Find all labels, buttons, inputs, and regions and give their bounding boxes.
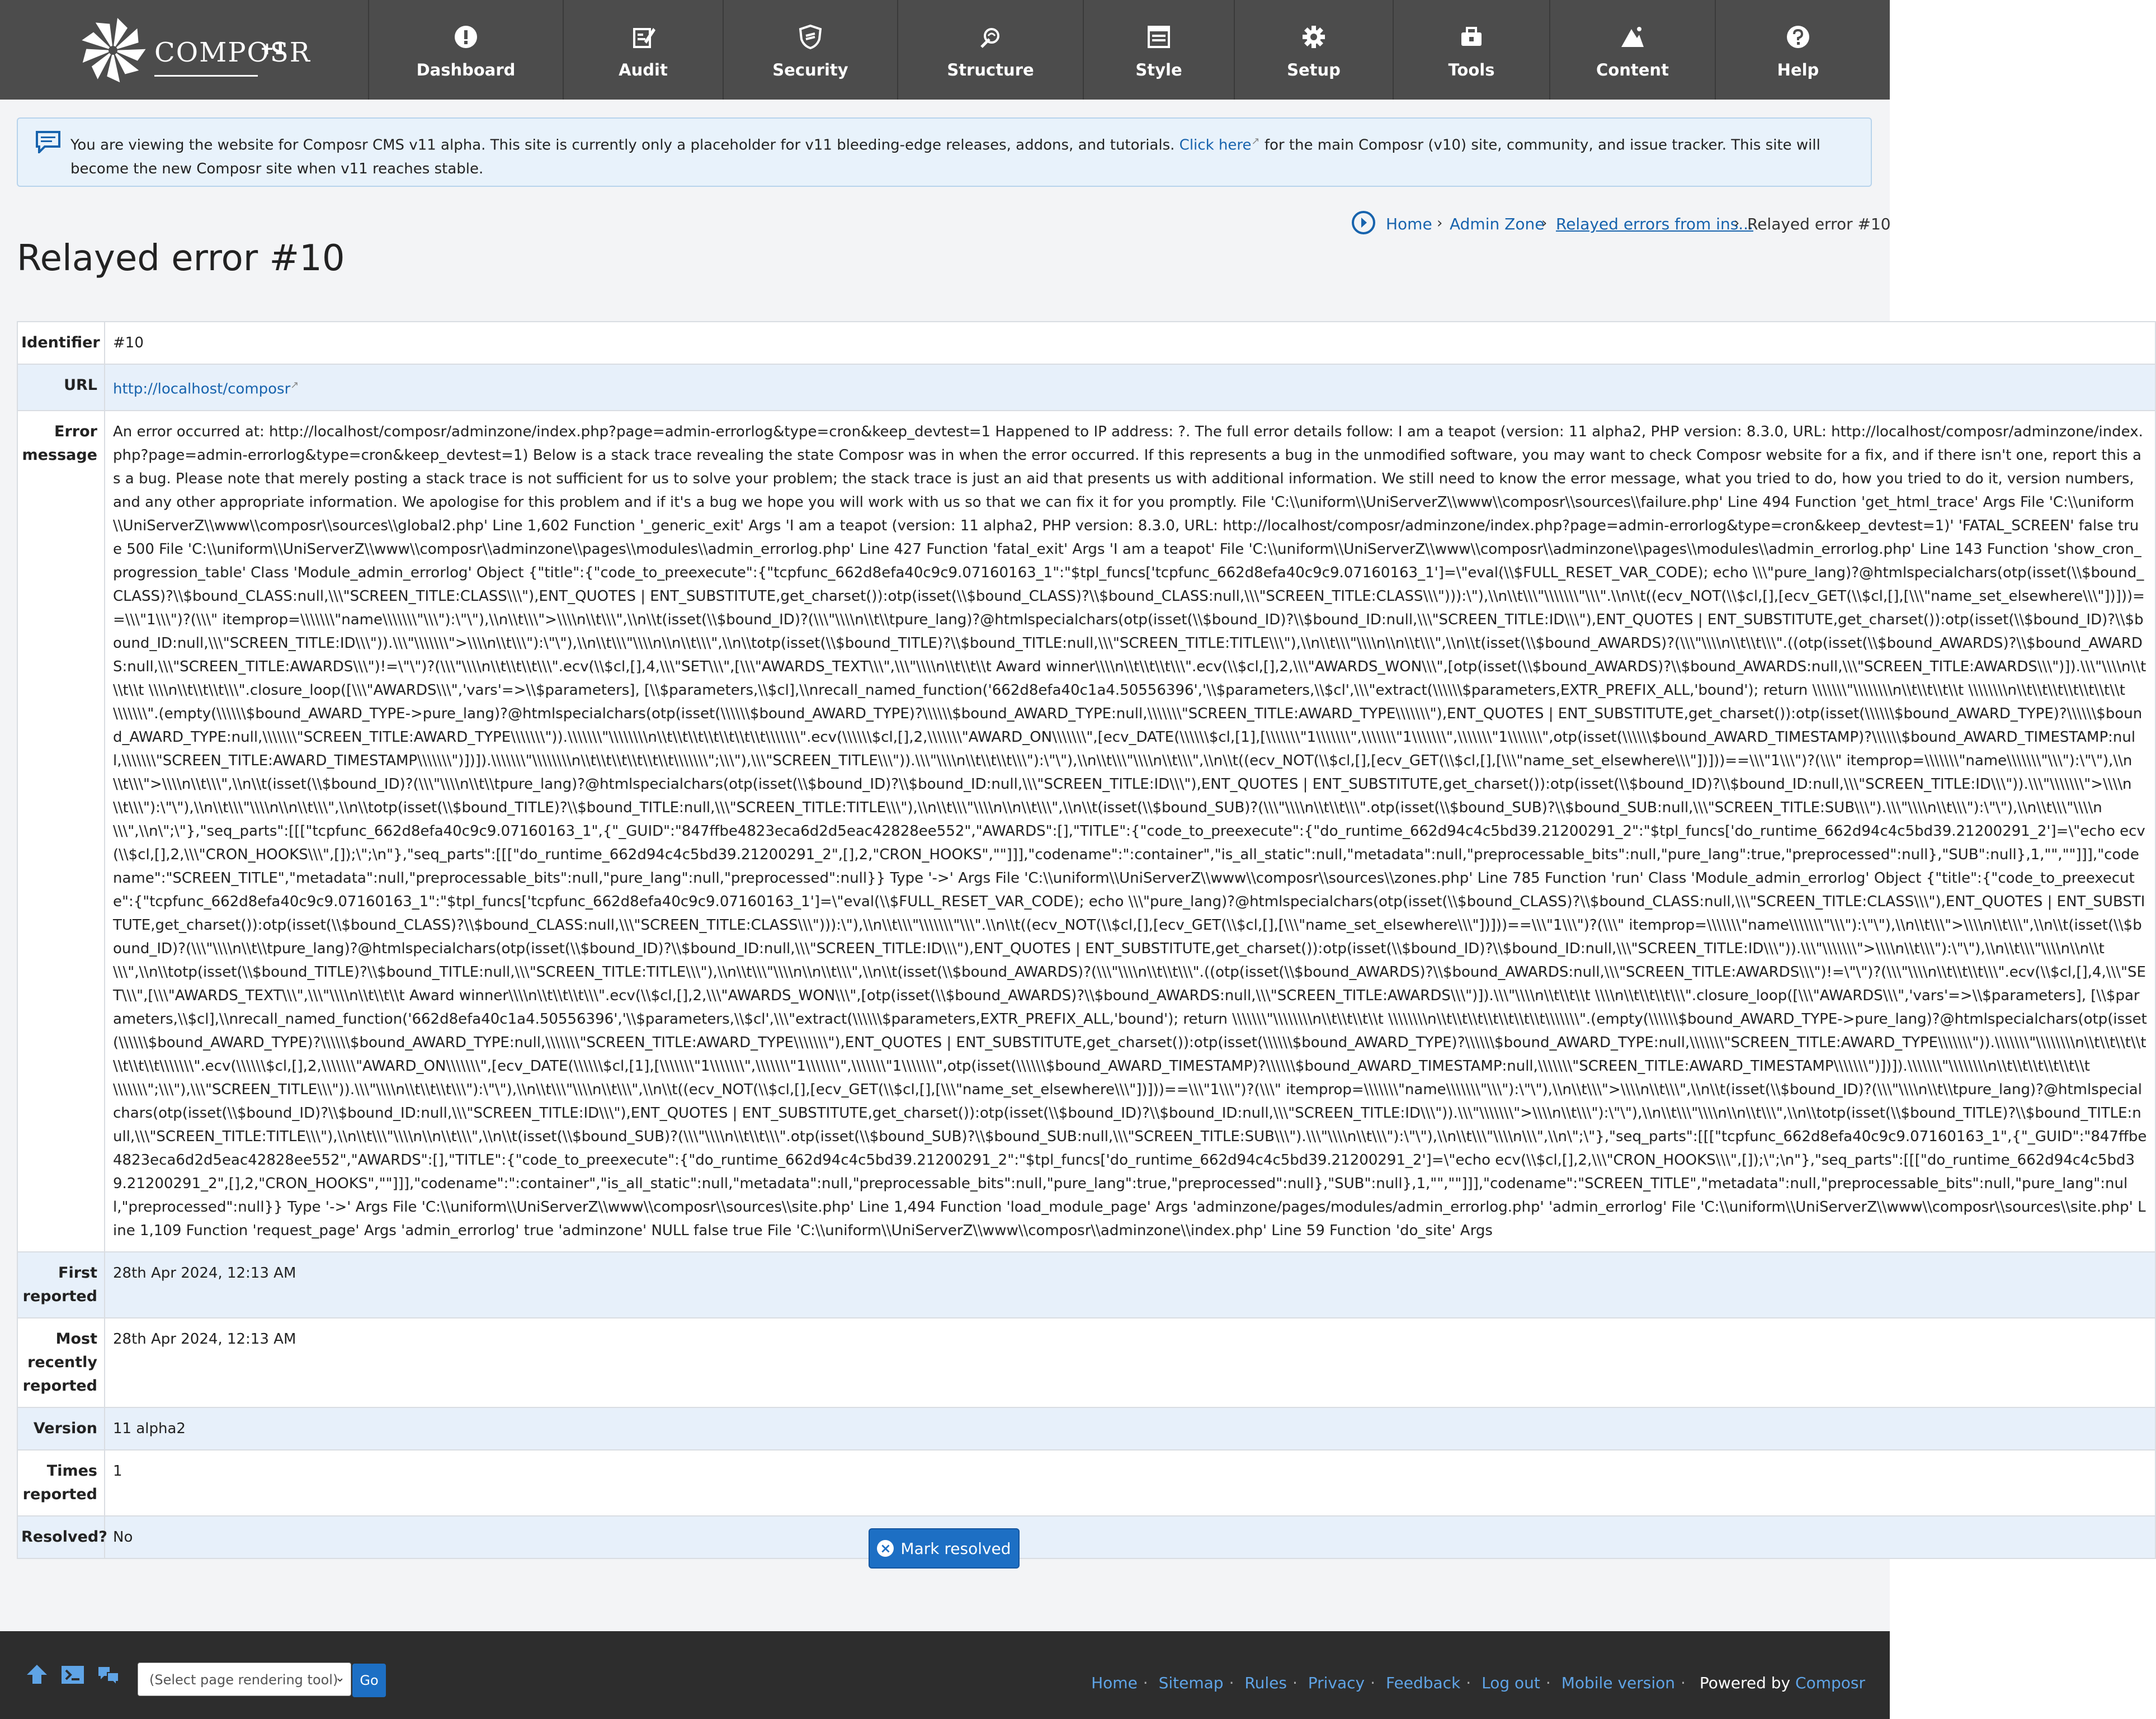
footer-link-logout[interactable]: Log out	[1482, 1674, 1540, 1692]
table-row: Version 11 alpha2	[18, 1407, 2155, 1450]
nav-content[interactable]: Content	[1549, 0, 1715, 100]
language-icon[interactable]	[96, 1663, 121, 1687]
breadcrumb-separator: ›	[1734, 215, 1740, 232]
nav-label: Dashboard	[416, 60, 516, 79]
table-row: Error message An error occurred at: http…	[18, 411, 2155, 1252]
select-placeholder: (Select page rendering tool)	[149, 1672, 338, 1688]
brand-plus: +1	[260, 39, 286, 59]
audit-clipboard-icon	[633, 28, 655, 48]
composr-flower-icon	[82, 18, 146, 83]
breadcrumb-relayed-errors[interactable]: Relayed errors from ins...	[1556, 215, 1753, 233]
breadcrumb-separator: ›	[1541, 215, 1548, 232]
table-row: Most recently reported 28th Apr 2024, 12…	[18, 1318, 2155, 1408]
nav-style[interactable]: Style	[1083, 0, 1234, 100]
shield-icon	[799, 25, 822, 49]
nav-setup[interactable]: Setup	[1234, 0, 1393, 100]
table-row: First reported 28th Apr 2024, 12:13 AM	[18, 1252, 2155, 1318]
version-value: 11 alpha2	[113, 1420, 186, 1437]
nav-tools[interactable]: Tools	[1393, 0, 1549, 100]
chevron-down-icon: ⌄	[334, 1671, 345, 1685]
nav-audit[interactable]: Audit	[563, 0, 723, 100]
most-recently-reported-value: 28th Apr 2024, 12:13 AM	[113, 1330, 296, 1348]
footer-link-privacy[interactable]: Privacy	[1308, 1674, 1365, 1692]
mark-resolved-button[interactable]: × Mark resolved	[869, 1528, 1020, 1569]
footer-link-rules[interactable]: Rules	[1244, 1674, 1287, 1692]
footer: (Select page rendering tool) ⌄ Go Home · …	[0, 1631, 1890, 1719]
brand-underline	[154, 75, 258, 77]
nav-label: Structure	[947, 60, 1034, 79]
info-circle-icon	[455, 26, 477, 48]
error-details-table: Identifier #10 URL http://localhost/comp…	[17, 321, 2156, 1559]
notice-text: You are viewing the website for Composr …	[70, 130, 1860, 181]
identifier-label: Identifier	[18, 322, 105, 364]
resolved-label: Resolved?	[18, 1516, 107, 1558]
table-row: URL http://localhost/composr↗	[18, 365, 2155, 411]
error-message-value: An error occurred at: http://localhost/c…	[113, 423, 2147, 1239]
resolved-value: No	[113, 1528, 133, 1546]
breadcrumb: Home › Admin Zone › Relayed errors from …	[1351, 208, 1891, 239]
notice-link[interactable]: Click here	[1180, 137, 1252, 154]
times-reported-value: 1	[113, 1462, 122, 1480]
nav-label: Setup	[1287, 60, 1341, 79]
identifier-value: #10	[113, 335, 144, 351]
breadcrumb-admin-zone[interactable]: Admin Zone	[1450, 215, 1544, 233]
first-reported-label: First reported	[18, 1252, 105, 1317]
table-row: Times reported 1	[18, 1450, 2155, 1517]
site-notice: You are viewing the website for Composr …	[17, 117, 1872, 187]
style-icon	[1148, 26, 1170, 48]
composr-logo[interactable]: COMPOSR +1	[73, 12, 341, 87]
page-rendering-tool-select[interactable]: (Select page rendering tool) ⌄	[138, 1663, 351, 1696]
nav-label: Tools	[1448, 60, 1495, 79]
tools-icon	[1461, 27, 1482, 46]
go-button[interactable]: Go	[352, 1664, 386, 1697]
top-navigation: COMPOSR +1 Dashboard Audit Security Stru…	[0, 0, 1890, 100]
footer-link-home[interactable]: Home	[1091, 1674, 1138, 1692]
page-title: Relayed error #10	[17, 238, 345, 279]
version-label: Version	[18, 1407, 105, 1449]
speech-bubble-icon	[36, 131, 60, 153]
footer-link-mobile[interactable]: Mobile version	[1561, 1674, 1675, 1692]
footer-links: Home · Sitemap · Rules · Privacy · Feedback ·…	[1091, 1674, 1865, 1692]
nav-help[interactable]: Help	[1715, 0, 1880, 100]
url-label: URL	[18, 365, 105, 410]
times-reported-label: Times reported	[18, 1450, 105, 1515]
table-row: Resolved? No	[18, 1516, 2155, 1558]
external-link-icon: ↗	[1251, 135, 1260, 147]
breadcrumb-home[interactable]: Home	[1386, 215, 1432, 233]
nav-structure[interactable]: Structure	[897, 0, 1083, 100]
nav-dashboard[interactable]: Dashboard	[368, 0, 563, 100]
scroll-top-icon[interactable]	[25, 1663, 49, 1687]
url-link[interactable]: http://localhost/composr	[113, 381, 290, 398]
breadcrumb-separator: ›	[1437, 215, 1443, 232]
help-circle-icon	[1787, 26, 1809, 48]
powered-by-composr-link[interactable]: Composr	[1795, 1674, 1865, 1692]
external-link-icon: ↗	[290, 379, 299, 391]
commandr-icon[interactable]	[60, 1663, 85, 1687]
brand-name: COMPOSR	[154, 37, 311, 68]
nav-security[interactable]: Security	[723, 0, 897, 100]
powered-by-text: Powered by	[1699, 1674, 1791, 1692]
mark-resolved-label: Mark resolved	[900, 1539, 1011, 1558]
close-circle-icon: ×	[877, 1540, 894, 1557]
first-reported-value: 28th Apr 2024, 12:13 AM	[113, 1264, 296, 1282]
breadcrumb-chevron-icon	[1352, 211, 1375, 234]
footer-link-feedback[interactable]: Feedback	[1386, 1674, 1460, 1692]
footer-link-sitemap[interactable]: Sitemap	[1159, 1674, 1224, 1692]
content-icon	[1621, 27, 1644, 47]
breadcrumb-current: Relayed error #10	[1747, 215, 1891, 233]
most-recently-reported-label: Most recently reported	[18, 1318, 105, 1407]
table-row: Identifier #10	[18, 322, 2155, 365]
error-message-label: Error message	[18, 411, 105, 1251]
footer-icons	[25, 1663, 121, 1687]
structure-icon	[980, 28, 999, 48]
nav-label: Style	[1135, 60, 1182, 79]
nav-label: Help	[1777, 60, 1819, 79]
nav-label: Security	[772, 60, 848, 79]
notice-before: You are viewing the website for Composr …	[70, 136, 1175, 154]
nav-label: Audit	[619, 60, 668, 79]
gear-icon	[1303, 26, 1325, 48]
nav-label: Content	[1596, 60, 1669, 79]
url-cell: http://localhost/composr↗	[105, 365, 2155, 410]
